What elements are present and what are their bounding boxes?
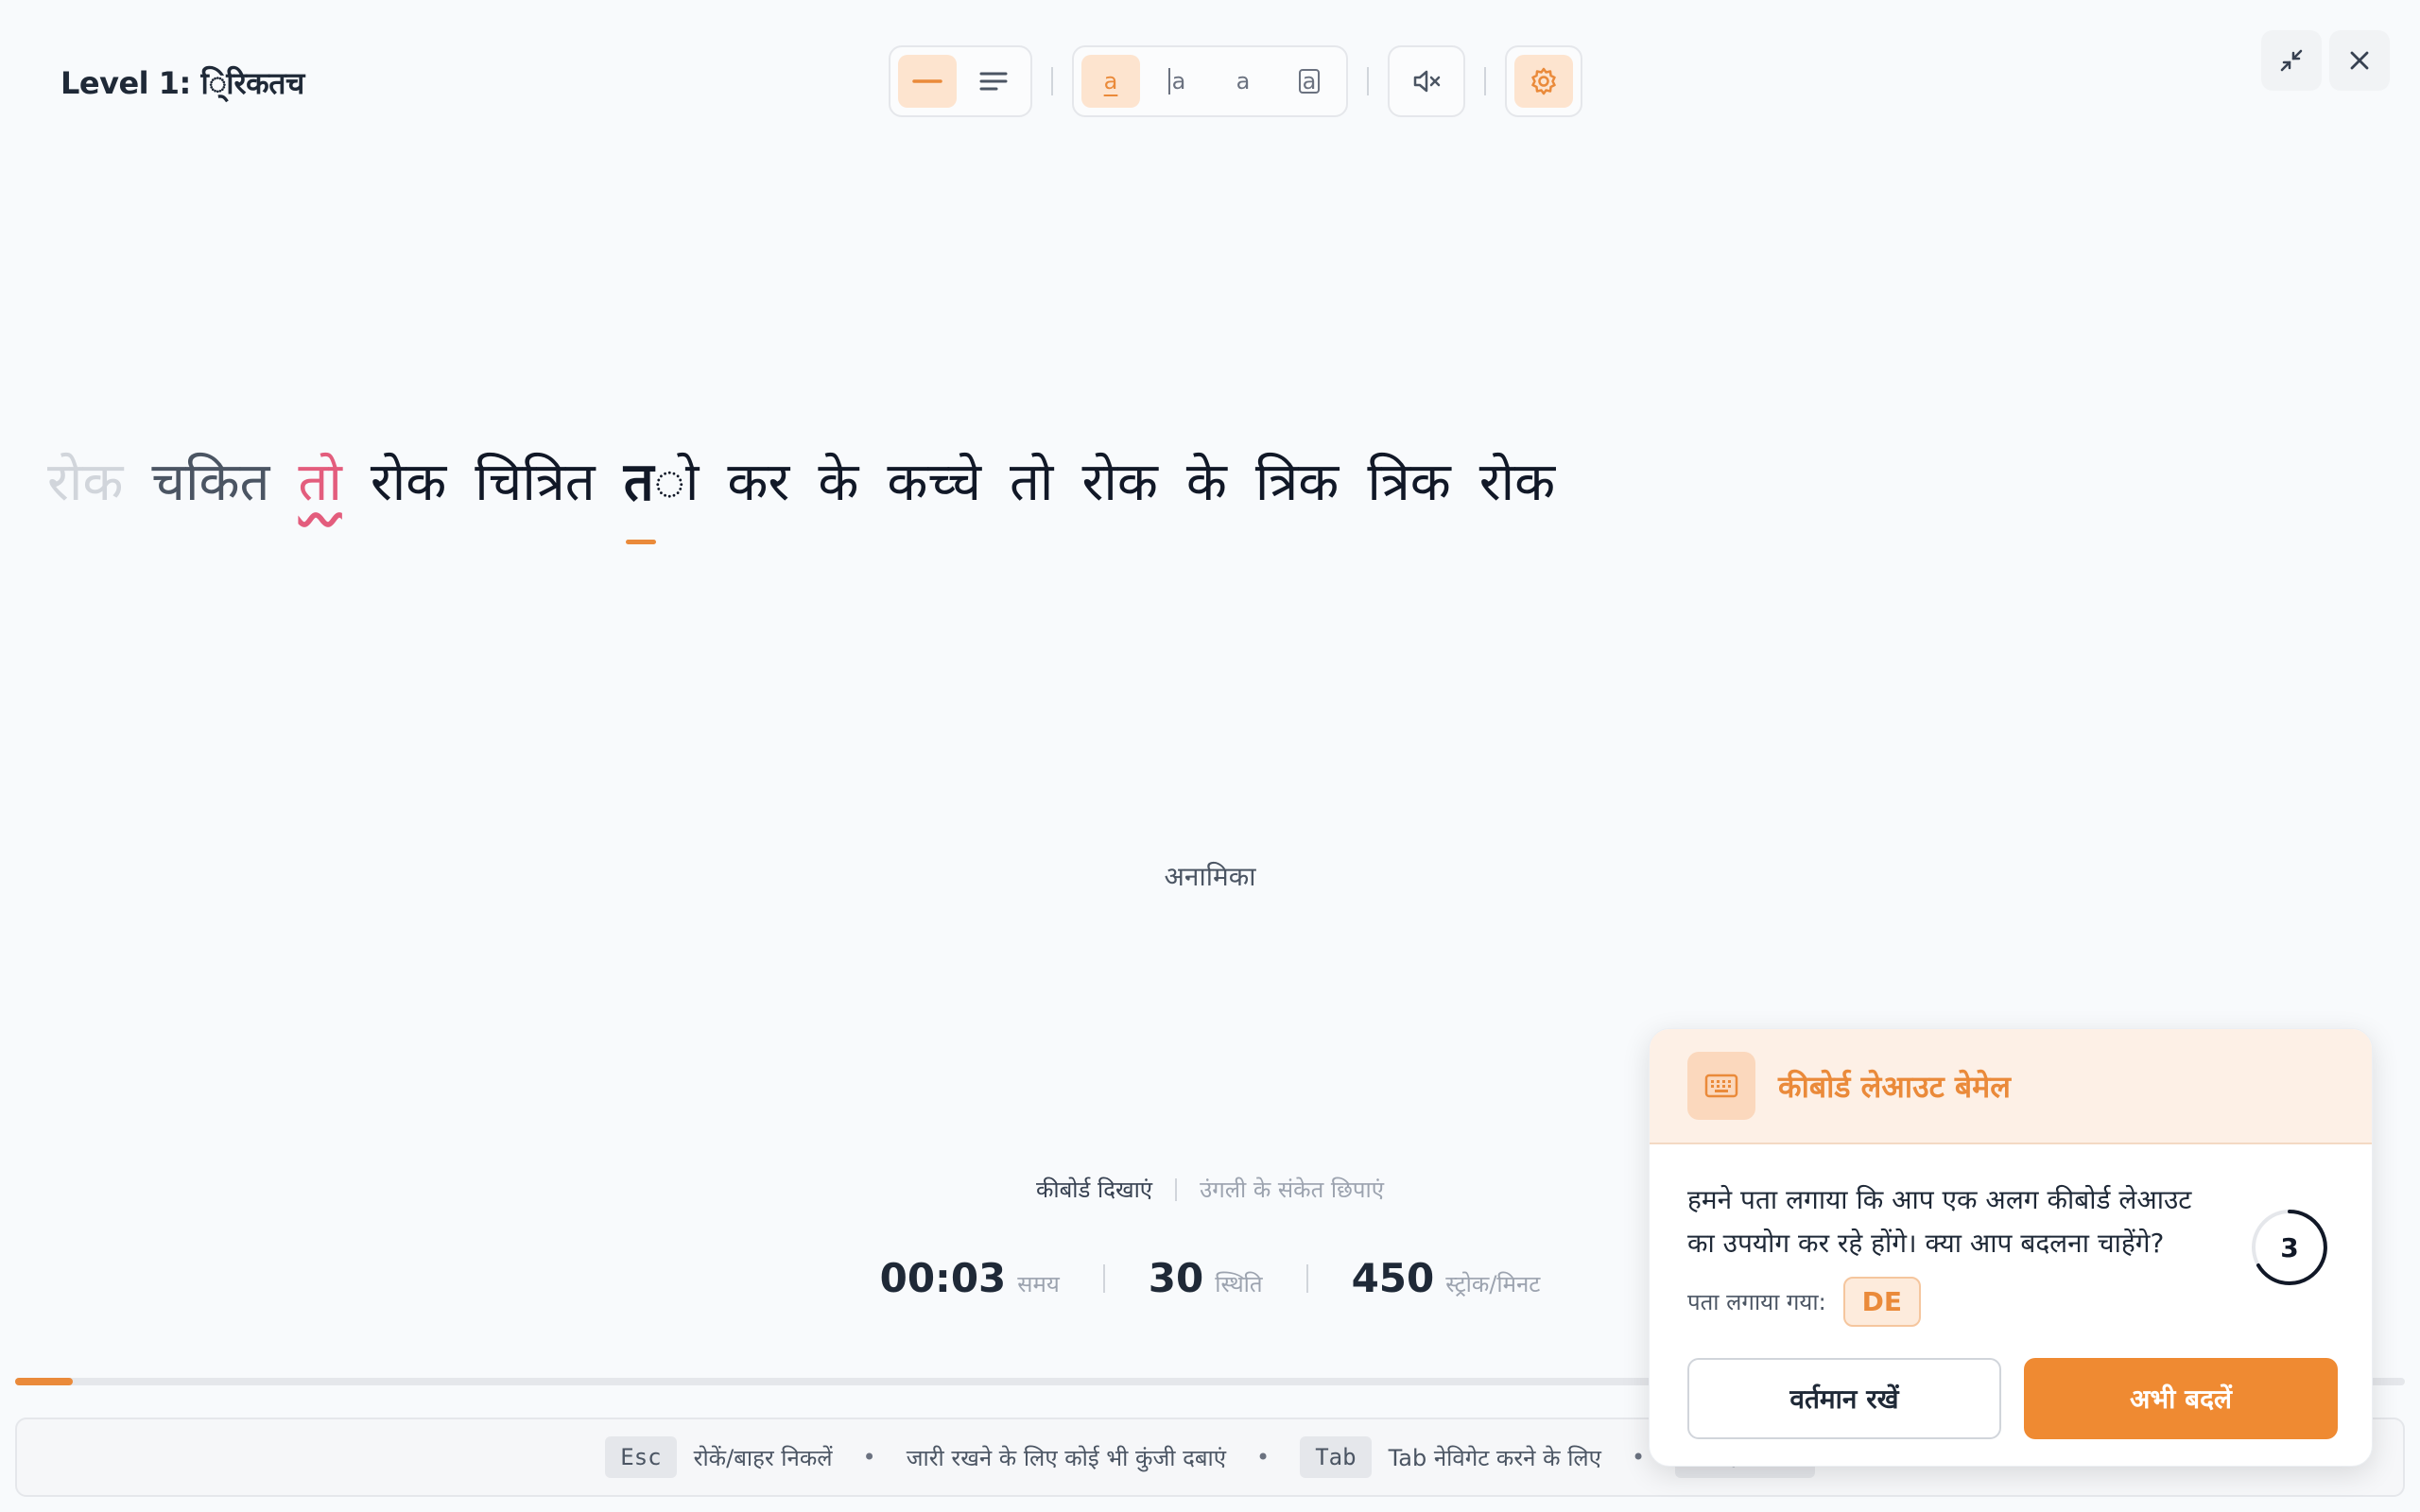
current-word-rest: ो — [653, 452, 700, 513]
stat-divider — [1305, 1263, 1308, 1293]
change-now-button[interactable]: अभी बदलें — [2024, 1358, 2338, 1439]
stat-speed-value: 450 — [1351, 1255, 1435, 1301]
links-divider — [1175, 1177, 1178, 1201]
keep-current-button[interactable]: वर्तमान रखें — [1687, 1358, 2001, 1439]
stat-position-label: स्थिति — [1215, 1271, 1263, 1297]
toolbar-divider — [1367, 67, 1369, 95]
cursor-box-button[interactable]: a — [1280, 55, 1339, 108]
layout-mode-group — [889, 45, 1032, 117]
stat-divider — [1102, 1263, 1105, 1293]
close-button[interactable] — [2329, 30, 2390, 91]
dialog-title: कीबोर्ड लेआउट बेमेल — [1778, 1068, 2011, 1105]
stat-speed-label: स्ट्रोक/मिनट — [1445, 1271, 1541, 1297]
word-pending: के — [1185, 452, 1227, 513]
word-pending: कच्चे — [887, 452, 982, 513]
esc-key: Esc — [605, 1436, 677, 1478]
show-keyboard-link[interactable]: कीबोर्ड दिखाएं — [1036, 1174, 1152, 1205]
tab-key: Tab — [1300, 1436, 1372, 1478]
esc-description: रोकें/बाहर निकलें — [693, 1444, 833, 1471]
layout-mismatch-dialog: कीबोर्ड लेआउट बेमेल हमने पता लगाया कि आप… — [1649, 1028, 2373, 1467]
detected-layout: पता लगाया गया: DE — [1687, 1277, 1922, 1327]
cursor-underline-label: a — [1103, 68, 1118, 94]
word-pending: रोक — [370, 452, 447, 513]
typing-text-line[interactable]: रोक चकित तो रोक चित्रित तो कर के कच्चे त… — [47, 444, 1556, 544]
sound-toggle-button[interactable] — [1397, 55, 1456, 108]
footer-dot: • — [1256, 1444, 1270, 1470]
cursor-none-label: a — [1236, 68, 1251, 94]
sound-muted-icon — [1413, 70, 1441, 93]
minimize-button[interactable] — [2261, 30, 2322, 91]
toolbar-divider — [1051, 67, 1053, 95]
word-pending: त्रिक — [1367, 452, 1451, 513]
stat-position-value: 30 — [1148, 1255, 1204, 1301]
cursor-bar-label: a — [1167, 68, 1185, 94]
keyboard-icon — [1687, 1052, 1755, 1120]
word-done: रोक — [47, 452, 124, 513]
word-pending: रोक — [1478, 452, 1556, 513]
word-pending: के — [818, 452, 859, 513]
footer-dot: • — [862, 1444, 876, 1470]
close-icon — [2350, 51, 2369, 70]
word-typed: चकित — [151, 452, 270, 513]
current-char: त — [623, 452, 654, 513]
cursor-underline-button[interactable]: a — [1081, 55, 1140, 108]
toolbar-divider — [1484, 67, 1486, 95]
stat-time-value: 00:03 — [879, 1255, 1007, 1301]
collapse-icon — [2280, 49, 2303, 72]
word-error: तो — [298, 452, 342, 513]
stat-position: 30 स्थिति — [1149, 1255, 1263, 1301]
dialog-message: हमने पता लगाया कि आप एक अलग कीबोर्ड लेआउ… — [1687, 1184, 2192, 1259]
paragraph-icon — [979, 72, 1008, 91]
dialog-header: कीबोर्ड लेआउट बेमेल — [1650, 1029, 2372, 1144]
continue-description: जारी रखने के लिए कोई भी कुंजी दबाएं — [906, 1444, 1227, 1471]
sound-group — [1388, 45, 1465, 117]
detected-layout-badge: DE — [1842, 1277, 1922, 1327]
countdown-value: 3 — [2280, 1231, 2299, 1263]
cursor-box-label: a — [1298, 69, 1321, 94]
word-pending: कर — [727, 452, 790, 513]
word-pending: चित्रित — [475, 452, 596, 513]
gear-icon — [1531, 67, 1556, 95]
finger-hint: अनामिका — [1164, 861, 1256, 892]
word-pending: तो — [1010, 452, 1054, 513]
word-pending: त्रिक — [1254, 452, 1340, 513]
cursor-bar-button[interactable]: a — [1148, 55, 1206, 108]
cursor-none-button[interactable]: a — [1214, 55, 1272, 108]
single-line-mode-button[interactable] — [898, 55, 957, 108]
cursor-style-group: a a a a — [1072, 45, 1348, 117]
single-line-icon — [912, 79, 942, 83]
settings-button[interactable] — [1514, 55, 1573, 108]
detected-label: पता लगाया गया: — [1687, 1289, 1826, 1315]
hide-finger-hints-link[interactable]: उंगली के संकेत छिपाएं — [1200, 1174, 1384, 1205]
tab-description: Tab नेविगेट करने के लिए — [1388, 1444, 1601, 1471]
word-current: तो — [623, 444, 700, 544]
stat-time-label: समय — [1017, 1271, 1060, 1297]
paragraph-mode-button[interactable] — [964, 55, 1023, 108]
progress-fill — [15, 1378, 73, 1385]
level-title: Level 1: ि्रिकतच — [60, 65, 304, 101]
stat-time: 00:03 समय — [880, 1255, 1060, 1301]
toolbar: a a a a — [889, 45, 1582, 117]
stat-speed: 450 स्ट्रोक/मिनट — [1352, 1255, 1541, 1301]
typing-caret — [625, 540, 656, 544]
footer-dot: • — [1631, 1444, 1646, 1470]
word-pending: रोक — [1081, 452, 1158, 513]
settings-group — [1505, 45, 1582, 117]
countdown-timer: 3 — [2247, 1205, 2332, 1290]
